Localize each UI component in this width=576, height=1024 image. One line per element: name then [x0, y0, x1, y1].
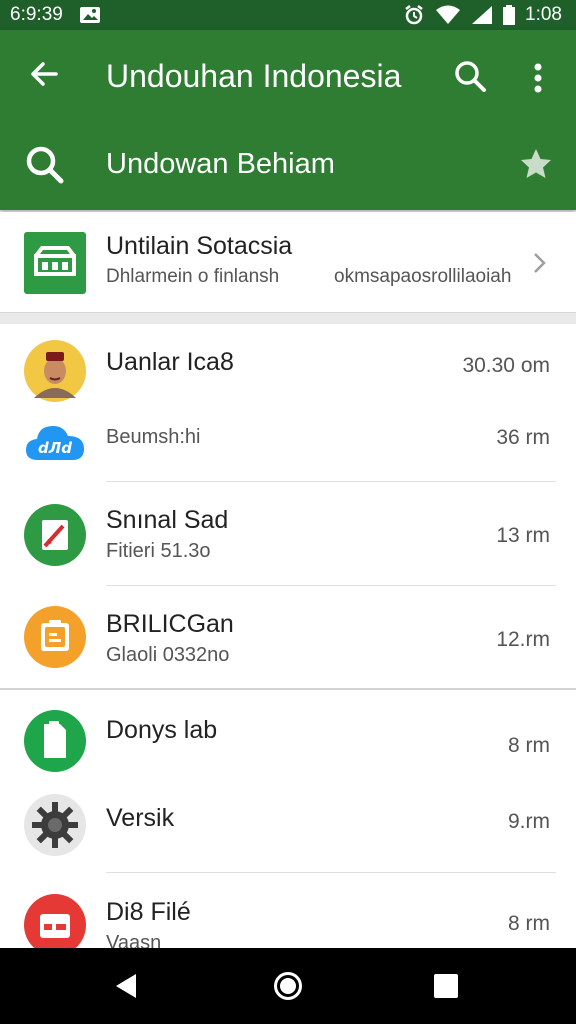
nav-home-icon[interactable] [272, 970, 304, 1002]
item-time: 30.30 om [462, 354, 550, 377]
svg-text:dЛd: dЛd [38, 439, 72, 457]
list-divider [106, 872, 556, 873]
signal-icon [472, 6, 493, 24]
status-bar-left: 6:9:39 [10, 4, 101, 26]
featured-item[interactable]: Untilain Sotacsia Dhlarmein o finlansh o… [0, 212, 576, 313]
item-subtitle: Glaoli 0332no [106, 644, 230, 666]
item-name: Versik [106, 804, 175, 832]
item-time: 12.rm [496, 628, 550, 651]
media-icon [24, 894, 86, 948]
system-nav-bar [0, 948, 576, 1024]
item-name: Uanlar Ica8 [106, 348, 234, 376]
item-name: Di8 Filé [106, 898, 191, 926]
back-arrow-icon[interactable] [24, 54, 64, 94]
app-bar: Undouhan Indonesia Undowan Behiam [0, 30, 576, 210]
search-icon[interactable] [450, 56, 490, 96]
cloud-icon: dЛd [24, 418, 86, 468]
item-subtitle: Fitieri 51.3o [106, 540, 211, 562]
wifi-icon [436, 5, 461, 24]
avatar [24, 340, 86, 402]
search-icon[interactable] [22, 142, 66, 186]
list-divider [106, 481, 556, 482]
star-icon[interactable] [518, 146, 554, 182]
item-time: 36 rm [496, 426, 550, 449]
featured-detail: okmsapaosrollilaoiah [334, 266, 512, 287]
item-name: Donys lab [106, 716, 218, 744]
gear-icon [24, 794, 86, 856]
item-time: 13 rm [496, 524, 550, 547]
featured-subtitle: Dhlarmein o finlansh [106, 266, 280, 287]
nav-back-icon[interactable] [110, 970, 142, 1002]
list-item[interactable]: dЛd Beumsh:hi 36 rm [0, 412, 576, 482]
item-time: 8 rm [508, 734, 550, 757]
status-time-left: 6:9:39 [10, 4, 63, 25]
item-subtitle: Beumsh:hi [106, 426, 201, 448]
status-bar: 6:9:39 1:08 [0, 0, 576, 30]
section-divider [0, 688, 576, 690]
list-item[interactable]: Di8 Filé Vaasn 8 rm [0, 874, 576, 948]
battery-icon [503, 5, 516, 25]
item-subtitle: Vaasn [106, 932, 162, 948]
item-name: BRILICGan [106, 610, 234, 638]
page-title: Undouhan Indonesia [106, 58, 402, 94]
item-time: 9.rm [508, 810, 550, 833]
list-item[interactable]: Uanlar Ica8 30.30 om [0, 324, 576, 414]
clipboard-icon [24, 606, 86, 668]
item-time: 8 rm [508, 912, 550, 935]
more-vert-icon[interactable] [524, 58, 552, 98]
nav-recents-icon[interactable] [430, 970, 462, 1002]
list-item[interactable]: BRILICGan Glaoli 0332no 12.rm [0, 586, 576, 688]
list-item[interactable]: Donys lab 8 rm [0, 692, 576, 782]
featured-title: Untilain Sotacsia [106, 232, 293, 260]
edit-doc-icon [24, 504, 86, 566]
alarm-icon [405, 5, 423, 25]
store-icon [24, 232, 86, 294]
chevron-right-icon[interactable] [530, 248, 550, 278]
search-query[interactable]: Undowan Behiam [106, 148, 335, 181]
document-icon [24, 710, 86, 772]
list-item[interactable]: Snınal Sad Fitieri 51.3o 13 rm [0, 484, 576, 584]
status-time-right: 1:08 [525, 4, 562, 25]
status-bar-right: 1:08 [403, 4, 562, 26]
download-list: Uanlar Ica8 30.30 om dЛd Beumsh:hi 36 rm… [0, 324, 576, 948]
image-icon [79, 7, 100, 23]
item-name: Snınal Sad [106, 506, 229, 534]
list-item[interactable]: Versik 9.rm [0, 782, 576, 870]
